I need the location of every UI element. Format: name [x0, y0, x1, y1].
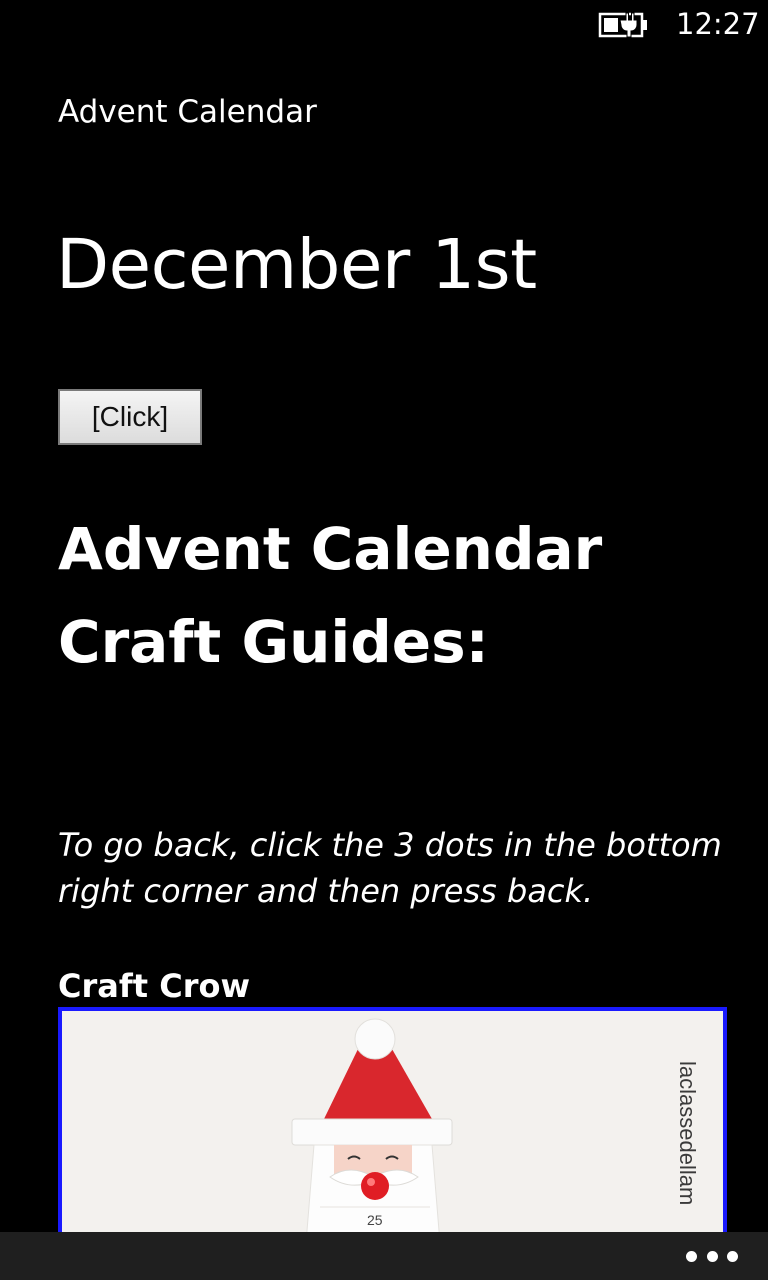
craft-source-title: Craft Crow	[58, 967, 251, 1005]
image-number: 25	[367, 1212, 383, 1228]
clock: 12:27	[676, 7, 760, 41]
dot	[727, 1250, 738, 1262]
craft-image-link[interactable]: 25 laclassedellam	[58, 1007, 727, 1247]
santa-craft-picture: 25 laclassedellam	[62, 1011, 723, 1243]
application-bar	[0, 1232, 768, 1280]
image-watermark: laclassedellam	[675, 1061, 700, 1205]
page-title: December 1st	[56, 225, 537, 305]
battery-charging-icon	[598, 12, 647, 38]
click-button[interactable]: [Click]	[58, 389, 202, 445]
craft-guides-heading: Advent Calendar Craft Guides:	[58, 515, 603, 676]
status-bar: 12:27	[0, 0, 768, 48]
dot	[686, 1250, 697, 1262]
more-dots-icon[interactable]	[686, 1240, 738, 1272]
back-instructions: To go back, click the 3 dots in the bott…	[58, 826, 722, 910]
dot	[706, 1250, 718, 1262]
app-title: Advent Calendar	[58, 94, 317, 130]
